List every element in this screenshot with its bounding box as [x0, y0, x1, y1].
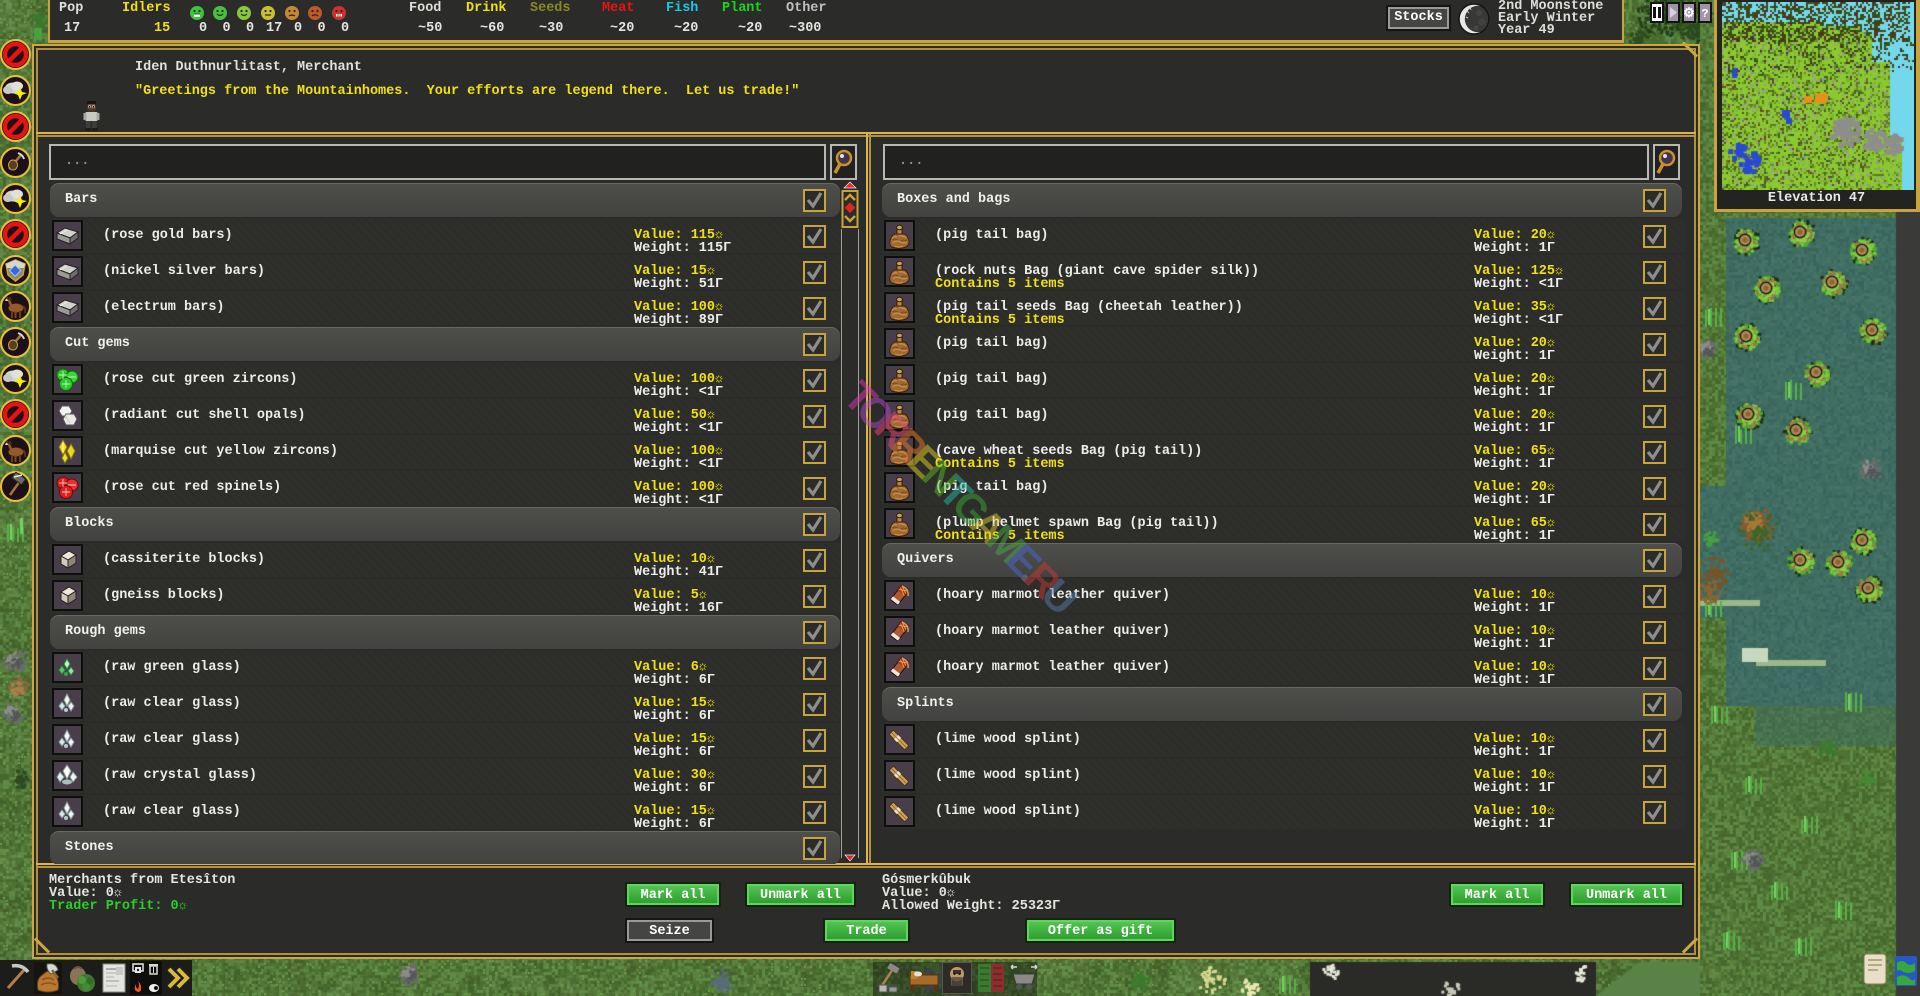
svg-text:?: ? — [1701, 7, 1708, 21]
svg-text:⚙: ⚙ — [1684, 5, 1694, 20]
